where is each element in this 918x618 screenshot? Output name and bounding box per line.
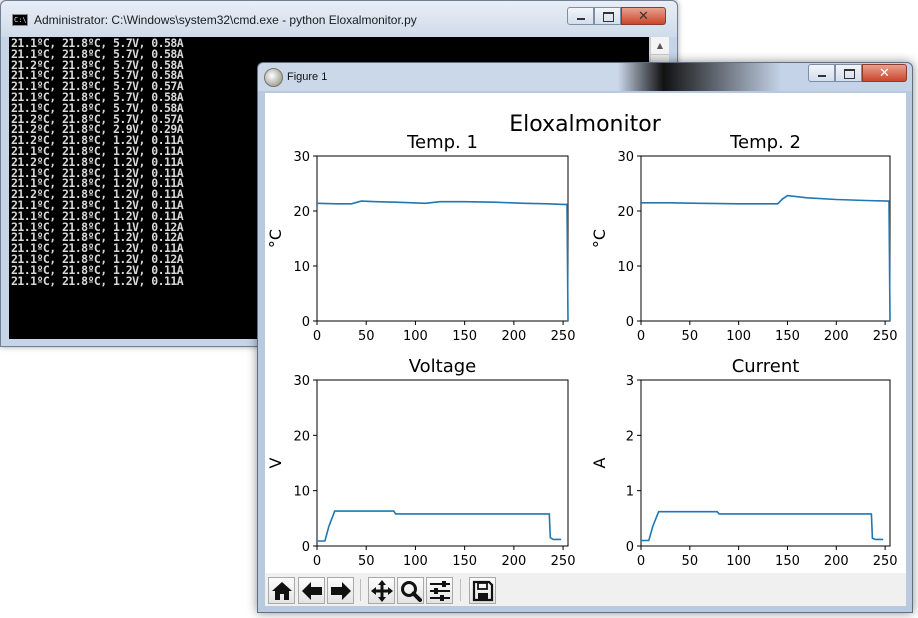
x-tick-label: 150 — [452, 554, 477, 569]
back-button[interactable] — [298, 577, 325, 604]
cmd-close-button[interactable]: ✕ — [621, 7, 666, 25]
x-tick-label: 150 — [775, 329, 800, 344]
x-tick-label: 100 — [403, 554, 428, 569]
x-tick-label: 0 — [313, 329, 321, 344]
x-tick-label: 250 — [873, 329, 898, 344]
x-tick-label: 50 — [358, 554, 375, 569]
maximize-icon — [844, 69, 855, 79]
y-tick-label: 30 — [617, 150, 634, 165]
figure-canvas[interactable]: Eloxalmonitor Temp. 1 °C 0 10 20 30 0 50 100 150 2… — [265, 93, 906, 573]
y-tick-label: 20 — [617, 205, 634, 220]
close-icon: ✕ — [879, 66, 890, 81]
x-tick-label: 100 — [403, 329, 428, 344]
subplot-title: Voltage — [409, 356, 477, 377]
y-tick-label: 0 — [626, 315, 634, 330]
x-tick-label: 200 — [824, 329, 849, 344]
cmd-window-controls: ✕ — [567, 7, 666, 26]
figure-plot-area: Eloxalmonitor Temp. 1°C01020300 50 100 150 2… — [266, 112, 898, 569]
home-icon — [271, 581, 292, 600]
y-tick-label: 1 — [626, 485, 634, 500]
data-series-line — [317, 510, 562, 542]
zoom-button[interactable] — [397, 577, 424, 604]
toolbar-separator — [460, 579, 461, 601]
cmd-maximize-button[interactable] — [594, 7, 621, 25]
data-series-line — [316, 200, 569, 322]
y-axis-label: V — [266, 457, 285, 468]
matplotlib-app-icon — [264, 68, 283, 87]
y-tick-label: 0 — [626, 540, 634, 555]
save-icon — [472, 580, 493, 601]
y-axis-label: °C — [266, 229, 285, 248]
y-tick-label: 20 — [293, 205, 310, 220]
scroll-up-arrow-icon[interactable]: ▲ — [651, 37, 669, 55]
x-tick-label: 50 — [358, 329, 375, 344]
axes-frame — [640, 379, 891, 547]
home-button[interactable] — [268, 577, 295, 604]
x-tick-label: 250 — [551, 554, 576, 569]
x-tick-label: 0 — [637, 329, 645, 344]
y-tick-label: 30 — [293, 374, 310, 389]
cmd-window-title: Administrator: C:\Windows\system32\cmd.e… — [34, 13, 417, 27]
axes-frame — [316, 379, 569, 547]
subplot-title: Temp. 2 — [729, 132, 801, 153]
close-icon: ✕ — [638, 9, 649, 24]
pan-button[interactable] — [368, 577, 395, 604]
x-tick-label: 0 — [313, 554, 321, 569]
x-tick-label: 50 — [682, 329, 699, 344]
toolbar-separator — [360, 579, 361, 601]
figure-close-button[interactable]: ✕ — [862, 64, 907, 82]
x-tick-label: 250 — [873, 554, 898, 569]
y-axis-label: °C — [590, 229, 609, 248]
x-tick-label: 150 — [452, 329, 477, 344]
axes-frame — [316, 155, 569, 322]
subplot-title: Current — [732, 356, 800, 377]
x-tick-label: 250 — [551, 329, 576, 344]
subplot-title: Temp. 1 — [406, 132, 478, 153]
x-tick-label: 200 — [501, 329, 526, 344]
x-tick-label: 50 — [682, 554, 699, 569]
minimize-icon — [818, 75, 826, 77]
figure-suptitle: Eloxalmonitor — [509, 112, 661, 137]
y-tick-label: 10 — [293, 485, 310, 500]
axes-frame — [640, 155, 891, 322]
back-arrow-icon — [301, 581, 322, 600]
configure-subplots-button[interactable] — [426, 577, 453, 604]
navigation-toolbar — [265, 573, 906, 606]
x-tick-label: 200 — [501, 554, 526, 569]
save-button[interactable] — [469, 577, 496, 604]
figure-titlebar[interactable]: Figure 1 ✕ — [258, 63, 912, 91]
forward-arrow-icon — [330, 581, 351, 600]
y-tick-label: 0 — [302, 540, 310, 555]
data-series-line — [641, 194, 891, 322]
y-tick-label: 10 — [293, 260, 310, 275]
cmd-minimize-button[interactable] — [567, 7, 594, 25]
zoom-icon — [400, 580, 422, 602]
minimize-icon — [577, 18, 585, 20]
figure-window-title: Figure 1 — [287, 71, 328, 83]
y-tick-label: 10 — [617, 260, 634, 275]
x-tick-label: 100 — [726, 554, 751, 569]
pan-icon — [370, 579, 393, 602]
figure-maximize-button[interactable] — [835, 64, 862, 82]
y-tick-label: 3 — [626, 374, 634, 389]
data-series-line — [641, 510, 884, 542]
figure-window: Figure 1 ✕ Eloxalmonitor Temp. 1 °C 0 10 20 3… — [257, 62, 913, 613]
y-tick-label: 30 — [293, 150, 310, 165]
forward-button[interactable] — [327, 577, 354, 604]
cmd-titlebar[interactable]: C:\ Administrator: C:\Windows\system32\c… — [1, 1, 677, 37]
x-tick-label: 200 — [824, 554, 849, 569]
x-tick-label: 100 — [726, 329, 751, 344]
maximize-icon — [603, 12, 614, 22]
x-tick-label: 150 — [775, 554, 800, 569]
y-tick-label: 0 — [302, 315, 310, 330]
y-tick-label: 20 — [293, 429, 310, 444]
y-axis-label: A — [590, 457, 609, 468]
cmd-app-icon: C:\ — [12, 14, 28, 26]
figure-window-controls: ✕ — [808, 64, 907, 83]
figure-minimize-button[interactable] — [808, 64, 835, 82]
configure-subplots-icon — [429, 580, 450, 601]
y-tick-label: 2 — [626, 429, 634, 444]
x-tick-label: 0 — [637, 554, 645, 569]
